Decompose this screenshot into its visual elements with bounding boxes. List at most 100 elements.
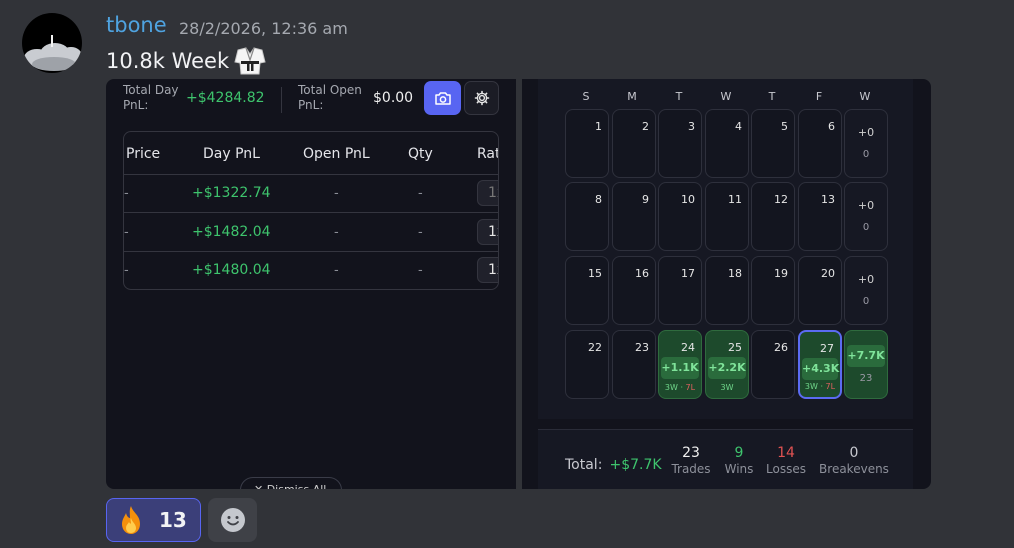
day-number: 23 xyxy=(635,341,649,354)
row-divider xyxy=(124,251,498,252)
total-open-pnl-label: Total Open PnL: xyxy=(298,83,362,112)
column-header-open-pnl[interactable]: Open PnL xyxy=(303,146,370,162)
calendar-day-profit[interactable]: 24 +1.1K 3W · 7L xyxy=(658,330,702,399)
rate-chip[interactable]: 1x xyxy=(477,219,498,245)
calendar-day[interactable]: 23 xyxy=(612,330,656,399)
camera-icon xyxy=(434,92,451,105)
column-header-price[interactable]: Price xyxy=(126,146,160,162)
camera-button[interactable] xyxy=(424,81,461,115)
fire-reaction-button[interactable]: 13 xyxy=(106,498,201,542)
dismiss-all-button[interactable]: ✕ Dismiss All xyxy=(240,477,342,489)
wins-count: 3W xyxy=(664,383,678,392)
day-number: 20 xyxy=(821,267,835,280)
wins-count: 3W xyxy=(720,383,734,392)
cell-qty: - xyxy=(418,225,423,240)
calendar-day[interactable]: 11 xyxy=(705,182,749,251)
losses-count: 14 xyxy=(777,445,795,461)
martial-arts-uniform-emoji-icon xyxy=(234,46,266,76)
calendar-summary: Total: +$7.7K 23 Trades 9 Wins 14 Losses… xyxy=(538,429,913,489)
smiley-icon xyxy=(220,508,245,532)
week-pnl: +0 xyxy=(857,273,875,286)
day-of-week-label: W xyxy=(720,90,732,103)
cell-qty: - xyxy=(418,186,423,201)
column-header-qty[interactable]: Qty xyxy=(408,146,433,162)
add-reaction-button[interactable] xyxy=(208,498,257,542)
day-number: 18 xyxy=(728,267,742,280)
day-number: 11 xyxy=(728,193,742,206)
calendar-day[interactable]: 20 xyxy=(798,256,842,325)
calendar-day[interactable]: 10 xyxy=(658,182,702,251)
day-number: 9 xyxy=(642,193,649,206)
username[interactable]: tbone xyxy=(106,13,167,37)
week-trades: 0 xyxy=(862,296,870,307)
day-number: 13 xyxy=(821,193,835,206)
trades-label: Trades xyxy=(671,462,711,476)
day-number: 25 xyxy=(728,341,742,354)
week-summary[interactable]: +0 0 xyxy=(844,256,888,325)
message-text: 10.8k Week xyxy=(106,46,266,76)
total-day-pnl-label: Total Day PnL: xyxy=(123,83,179,112)
positions-screenshot[interactable]: Total Day PnL: +$4284.82 Total Open PnL:… xyxy=(106,79,516,489)
day-number: 16 xyxy=(635,267,649,280)
breakevens-count: 0 xyxy=(849,445,859,461)
rate-chip[interactable]: 1x xyxy=(477,180,498,206)
week-summary[interactable]: +0 0 xyxy=(844,109,888,178)
calendar-day[interactable]: 6 xyxy=(798,109,842,178)
day-of-week-label: T xyxy=(675,90,683,103)
week-summary[interactable]: +0 0 xyxy=(844,182,888,251)
cell-day-pnl: +$1480.04 xyxy=(192,262,271,278)
calendar-day[interactable]: 16 xyxy=(612,256,656,325)
rate-chip[interactable]: 1x xyxy=(477,257,498,283)
day-number: 26 xyxy=(774,341,788,354)
calendar-day[interactable]: 3 xyxy=(658,109,702,178)
calendar-screenshot[interactable]: S M T W T F W 1 2 3 4 5 6 +0 0 8 9 10 11… xyxy=(522,79,931,489)
calendar-day[interactable]: 18 xyxy=(705,256,749,325)
cell-open-pnl: - xyxy=(334,263,339,278)
day-number: 8 xyxy=(595,193,602,206)
calendar-day[interactable]: 22 xyxy=(565,330,609,399)
calendar-day[interactable]: 26 xyxy=(751,330,795,399)
calendar-day[interactable]: 1 xyxy=(565,109,609,178)
divider xyxy=(281,87,282,113)
wins-stat: 9 Wins xyxy=(722,445,756,476)
day-number: 2 xyxy=(642,120,649,133)
calendar-day-profit[interactable]: 25 +2.2K 3W xyxy=(705,330,749,399)
day-of-week-label: W xyxy=(859,90,871,103)
day-number: 27 xyxy=(820,342,834,355)
column-header-rate[interactable]: Rat xyxy=(477,146,498,162)
week-summary[interactable]: +7.7K 23 xyxy=(844,330,888,399)
settings-button[interactable] xyxy=(464,81,499,115)
calendar-day[interactable]: 19 xyxy=(751,256,795,325)
day-of-week-label: T xyxy=(768,90,776,103)
calendar-day[interactable]: 4 xyxy=(705,109,749,178)
breakevens-stat: 0 Breakevens xyxy=(818,445,890,476)
day-number: 4 xyxy=(735,120,742,133)
calendar-day[interactable]: 8 xyxy=(565,182,609,251)
calendar-day[interactable]: 5 xyxy=(751,109,795,178)
cell-open-pnl: - xyxy=(334,186,339,201)
calendar-day[interactable]: 15 xyxy=(565,256,609,325)
total-value: +$7.7K xyxy=(609,457,662,473)
calendar-day[interactable]: 13 xyxy=(798,182,842,251)
losses-count: 7L xyxy=(825,382,836,391)
calendar-day[interactable]: 17 xyxy=(658,256,702,325)
calendar-day[interactable]: 12 xyxy=(751,182,795,251)
week-pnl: +0 xyxy=(857,126,875,139)
calendar-day[interactable]: 2 xyxy=(612,109,656,178)
column-header-day-pnl[interactable]: Day PnL xyxy=(203,146,260,162)
calendar-day-selected[interactable]: 27 +4.3K 3W · 7L xyxy=(798,330,842,399)
pnl-calendar: S M T W T F W 1 2 3 4 5 6 +0 0 8 9 10 11… xyxy=(538,79,913,419)
week-trades: 0 xyxy=(862,149,870,160)
day-pnl: +4.3K xyxy=(802,358,839,380)
day-of-week-label: S xyxy=(582,90,590,103)
cell-price: - xyxy=(124,186,129,201)
row-divider xyxy=(124,212,498,213)
week-trades: 23 xyxy=(859,373,873,384)
week-pnl: +7.7K xyxy=(847,345,885,367)
calendar-day[interactable]: 9 xyxy=(612,182,656,251)
day-number: 19 xyxy=(774,267,788,280)
wins-label: Wins xyxy=(724,462,754,476)
user-avatar[interactable] xyxy=(22,13,82,73)
message-timestamp: 28/2/2026, 12:36 am xyxy=(179,19,348,38)
week-pnl: +0 xyxy=(857,199,875,212)
